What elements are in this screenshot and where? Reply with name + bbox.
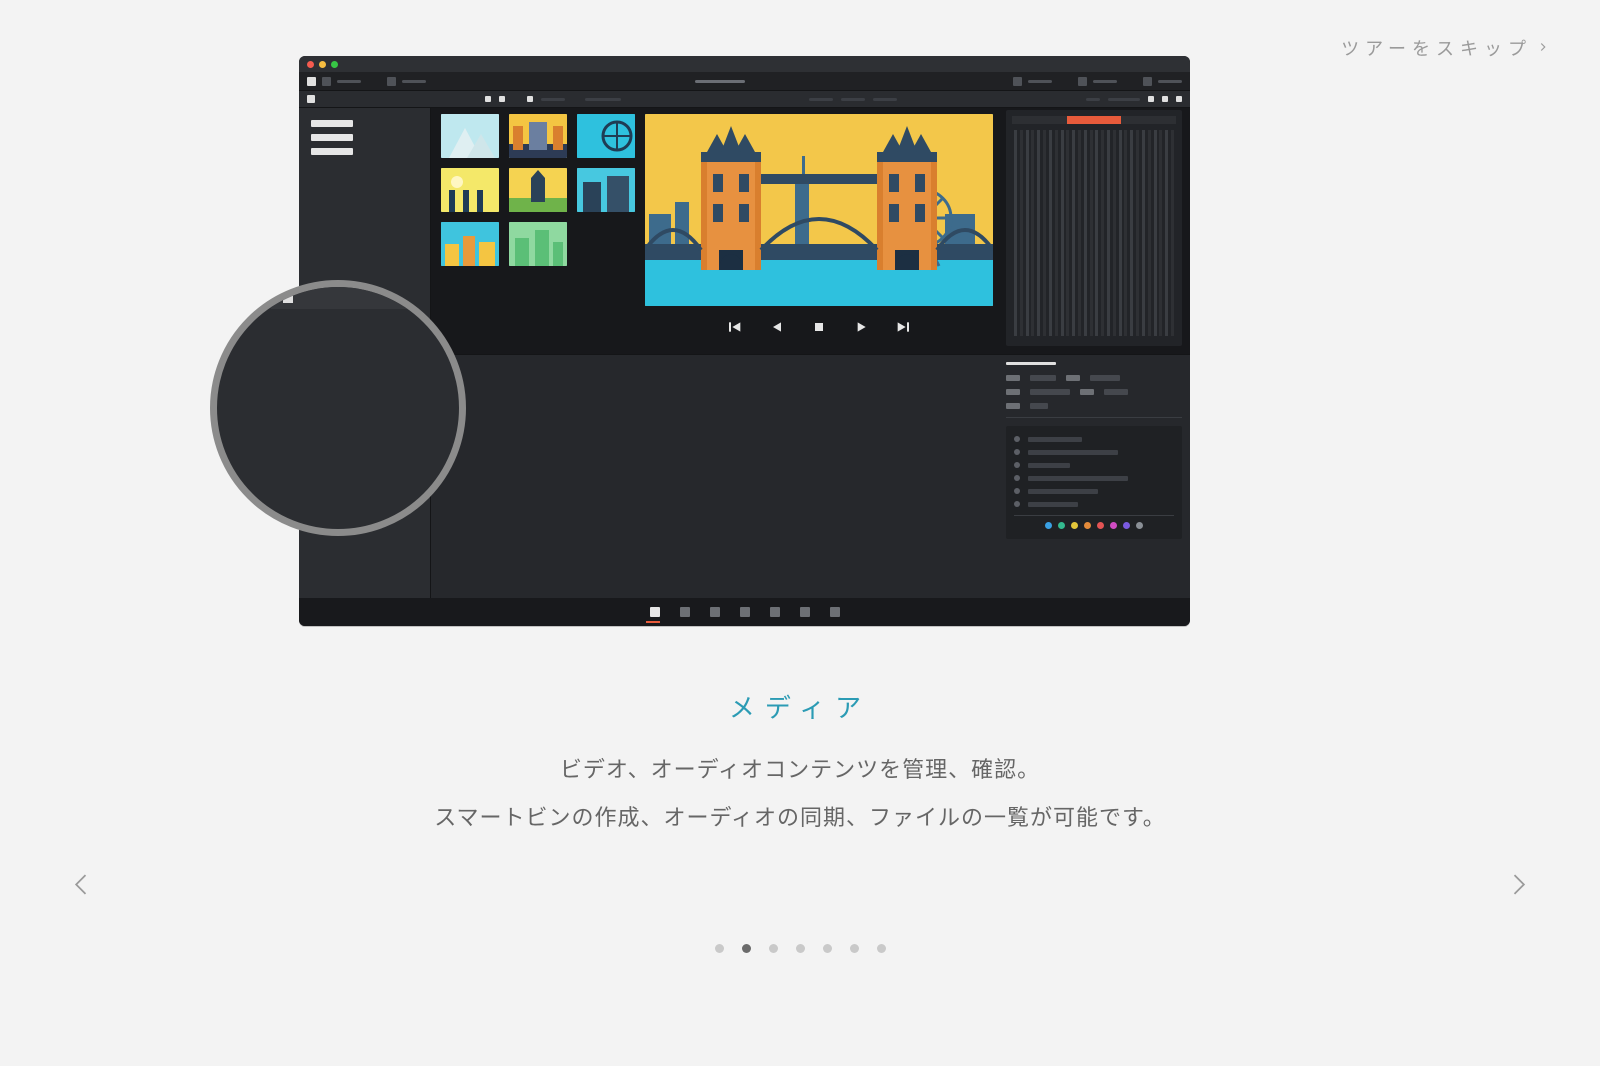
toolbar-icon bbox=[1013, 77, 1022, 86]
play-icon[interactable] bbox=[853, 319, 869, 335]
page-dot[interactable] bbox=[877, 944, 886, 953]
clip-color-picker bbox=[1014, 522, 1174, 529]
subtoolbar-label bbox=[585, 98, 621, 101]
toolbar-label bbox=[337, 80, 361, 83]
subtoolbar-label bbox=[873, 98, 897, 101]
subtoolbar-icon bbox=[307, 95, 315, 103]
page-tab[interactable] bbox=[740, 607, 750, 617]
page-dot[interactable] bbox=[715, 944, 724, 953]
thumbnail-grid bbox=[441, 114, 635, 266]
magnified-smart-bin-icon bbox=[283, 293, 293, 303]
window-zoom-icon bbox=[331, 61, 338, 68]
toolbar-label bbox=[1158, 80, 1182, 83]
tour-description-line: スマートビンの作成、オーディオの同期、ファイルの一覧が可能です。 bbox=[0, 794, 1600, 842]
next-button[interactable] bbox=[1484, 841, 1552, 940]
subtoolbar-label bbox=[541, 98, 565, 101]
titlebar bbox=[299, 56, 1190, 72]
page-dot[interactable] bbox=[769, 944, 778, 953]
thumbnail bbox=[577, 114, 635, 158]
toolbar-title bbox=[695, 80, 745, 83]
tour-description: ビデオ、オーディオコンテンツを管理、確認。 スマートビンの作成、オーディオの同期… bbox=[0, 746, 1600, 843]
subtoolbar-icon bbox=[1148, 96, 1154, 102]
clip-properties bbox=[1006, 426, 1182, 539]
skip-tour-button[interactable]: ツアーをスキップ bbox=[1341, 35, 1550, 61]
subtoolbar-icon bbox=[485, 96, 491, 102]
page-dot[interactable] bbox=[850, 944, 859, 953]
subtoolbar-icon bbox=[1176, 96, 1182, 102]
window-minimize-icon bbox=[319, 61, 326, 68]
page-dots bbox=[0, 944, 1600, 953]
subtoolbar-label bbox=[841, 98, 865, 101]
tour-description-line: ビデオ、オーディオコンテンツを管理、確認。 bbox=[0, 746, 1600, 794]
page-tab[interactable] bbox=[680, 607, 690, 617]
color-swatch[interactable] bbox=[1123, 522, 1130, 529]
color-swatch[interactable] bbox=[1097, 522, 1104, 529]
audio-meters bbox=[1006, 110, 1182, 346]
chevron-right-icon bbox=[1536, 38, 1550, 59]
toolbar bbox=[299, 72, 1190, 90]
subtoolbar-icon bbox=[527, 96, 533, 102]
subtoolbar-label bbox=[1108, 98, 1140, 101]
preview-viewer bbox=[645, 114, 993, 306]
toolbar-label bbox=[1093, 80, 1117, 83]
thumbnail bbox=[577, 168, 635, 212]
toolbar-label bbox=[1028, 80, 1052, 83]
page-dot[interactable] bbox=[796, 944, 805, 953]
metadata-title bbox=[1006, 362, 1056, 365]
page-dot[interactable] bbox=[742, 944, 751, 953]
color-swatch[interactable] bbox=[1084, 522, 1091, 529]
toolbar-icon bbox=[1143, 77, 1152, 86]
skip-tour-label: ツアーをスキップ bbox=[1341, 35, 1532, 61]
color-swatch[interactable] bbox=[1058, 522, 1065, 529]
subtoolbar-label bbox=[1086, 98, 1100, 101]
prev-button[interactable] bbox=[48, 841, 116, 940]
jump-start-icon[interactable] bbox=[727, 319, 743, 335]
transport-controls bbox=[645, 310, 993, 344]
thumbnail bbox=[509, 168, 567, 212]
toolbar-icon bbox=[1078, 77, 1087, 86]
meter-bars bbox=[1012, 128, 1176, 338]
hamburger-icon bbox=[311, 120, 353, 162]
subtoolbar-icon bbox=[499, 96, 505, 102]
color-swatch[interactable] bbox=[1071, 522, 1078, 529]
color-swatch[interactable] bbox=[1136, 522, 1143, 529]
page-tab[interactable] bbox=[710, 607, 720, 617]
color-swatch[interactable] bbox=[1045, 522, 1052, 529]
thumbnail bbox=[441, 114, 499, 158]
stop-icon[interactable] bbox=[811, 319, 827, 335]
page-nav bbox=[299, 598, 1190, 626]
thumbnail bbox=[441, 222, 499, 266]
page-tab[interactable] bbox=[800, 607, 810, 617]
toolbar-icon bbox=[322, 77, 331, 86]
page-tab[interactable] bbox=[650, 607, 660, 617]
sub-toolbar bbox=[299, 90, 1190, 108]
meter-tab-active bbox=[1067, 116, 1122, 124]
toolbar-icon bbox=[307, 77, 316, 86]
page-tab[interactable] bbox=[770, 607, 780, 617]
magnifier-highlight bbox=[210, 280, 466, 536]
meter-tab bbox=[1012, 116, 1067, 124]
metadata-panel bbox=[1006, 362, 1182, 606]
step-back-icon[interactable] bbox=[769, 319, 785, 335]
toolbar-label bbox=[402, 80, 426, 83]
subtoolbar-icon bbox=[1162, 96, 1168, 102]
page-underline bbox=[646, 621, 660, 623]
page-dot[interactable] bbox=[823, 944, 832, 953]
thumbnail bbox=[509, 114, 567, 158]
jump-end-icon[interactable] bbox=[895, 319, 911, 335]
color-swatch[interactable] bbox=[1110, 522, 1117, 529]
magnified-smart-bin-header bbox=[271, 287, 459, 309]
window-close-icon bbox=[307, 61, 314, 68]
meter-tab bbox=[1121, 116, 1176, 124]
subtoolbar-label bbox=[809, 98, 833, 101]
thumbnail bbox=[441, 168, 499, 212]
page-tab[interactable] bbox=[830, 607, 840, 617]
tour-title: メディア bbox=[0, 688, 1600, 725]
toolbar-icon bbox=[387, 77, 396, 86]
thumbnail bbox=[509, 222, 567, 266]
